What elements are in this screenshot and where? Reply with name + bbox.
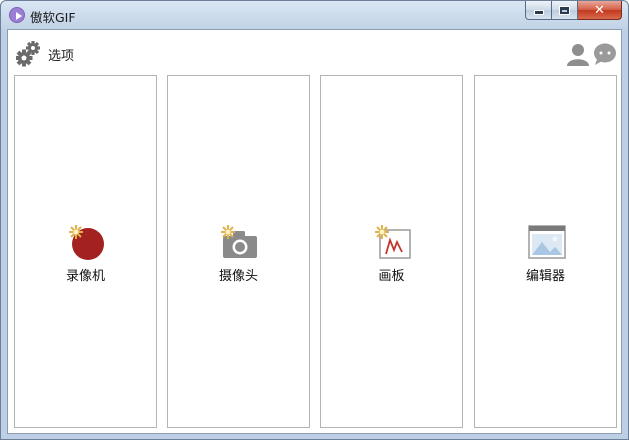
maximize-icon <box>559 5 570 15</box>
close-button[interactable]: ✕ <box>578 1 622 20</box>
window-controls: ✕ <box>525 1 622 21</box>
toolbar: 选项 <box>8 30 621 76</box>
tile-webcam-label: 摄像头 <box>218 269 258 284</box>
minimize-icon <box>533 10 544 15</box>
window-title: 傲软GIF <box>30 10 76 25</box>
gear-icon <box>15 40 42 68</box>
tile-editor-label: 编辑器 <box>525 269 565 284</box>
camera-icon <box>219 222 259 262</box>
app-logo-icon <box>9 7 25 23</box>
options-label: 选项 <box>48 48 75 64</box>
main-panel: 选项 录像机 摄像头 画板 编辑器 <box>7 29 622 434</box>
tile-recorder[interactable]: 录像机 <box>14 75 157 428</box>
sketchboard-icon <box>372 222 412 262</box>
tile-recorder-label: 录像机 <box>65 269 105 284</box>
tile-editor[interactable]: 编辑器 <box>474 75 617 428</box>
tile-webcam[interactable]: 摄像头 <box>167 75 310 428</box>
options-button[interactable]: 选项 <box>15 40 75 68</box>
app-window: 傲软GIF ✕ 选项 录像机 摄像头 画板 编辑器 <box>0 0 629 440</box>
title-bar[interactable]: 傲软GIF ✕ <box>1 1 628 29</box>
chat-icon[interactable] <box>593 43 617 65</box>
user-icon[interactable] <box>566 42 590 66</box>
editor-icon <box>526 222 566 262</box>
mode-tiles: 录像机 摄像头 画板 编辑器 <box>14 75 618 428</box>
tile-sketchboard[interactable]: 画板 <box>320 75 463 428</box>
minimize-button[interactable] <box>525 1 552 20</box>
tile-sketchboard-label: 画板 <box>378 269 405 284</box>
maximize-button[interactable] <box>552 1 578 20</box>
record-icon <box>66 222 106 262</box>
close-icon: ✕ <box>594 2 605 18</box>
